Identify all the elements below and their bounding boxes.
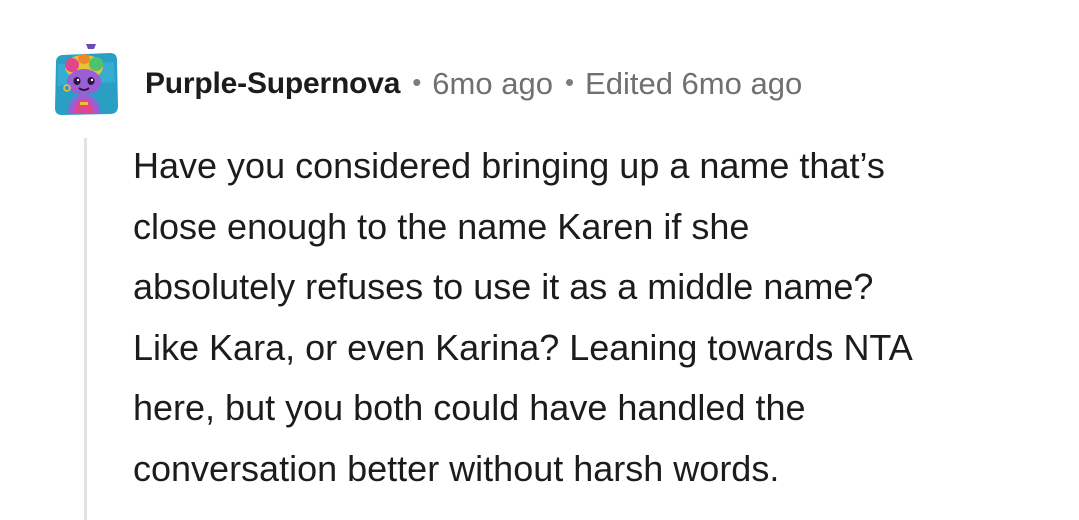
snoo-avatar-icon [55, 44, 118, 115]
thread-line[interactable] [84, 138, 87, 520]
comment-header: Purple-Supernova • 6mo ago • Edited 6mo … [145, 60, 802, 108]
post-timestamp: 6mo ago [432, 66, 553, 101]
meta-separator: • [412, 66, 422, 97]
comment-body: Have you considered bringing up a name t… [133, 145, 913, 489]
edited-timestamp: Edited 6mo ago [585, 66, 803, 101]
username-link[interactable]: Purple-Supernova [145, 67, 400, 101]
meta-separator: • [564, 66, 575, 97]
user-avatar[interactable] [50, 42, 122, 118]
comment: Purple-Supernova • 6mo ago • Edited 6mo … [0, 0, 1079, 520]
